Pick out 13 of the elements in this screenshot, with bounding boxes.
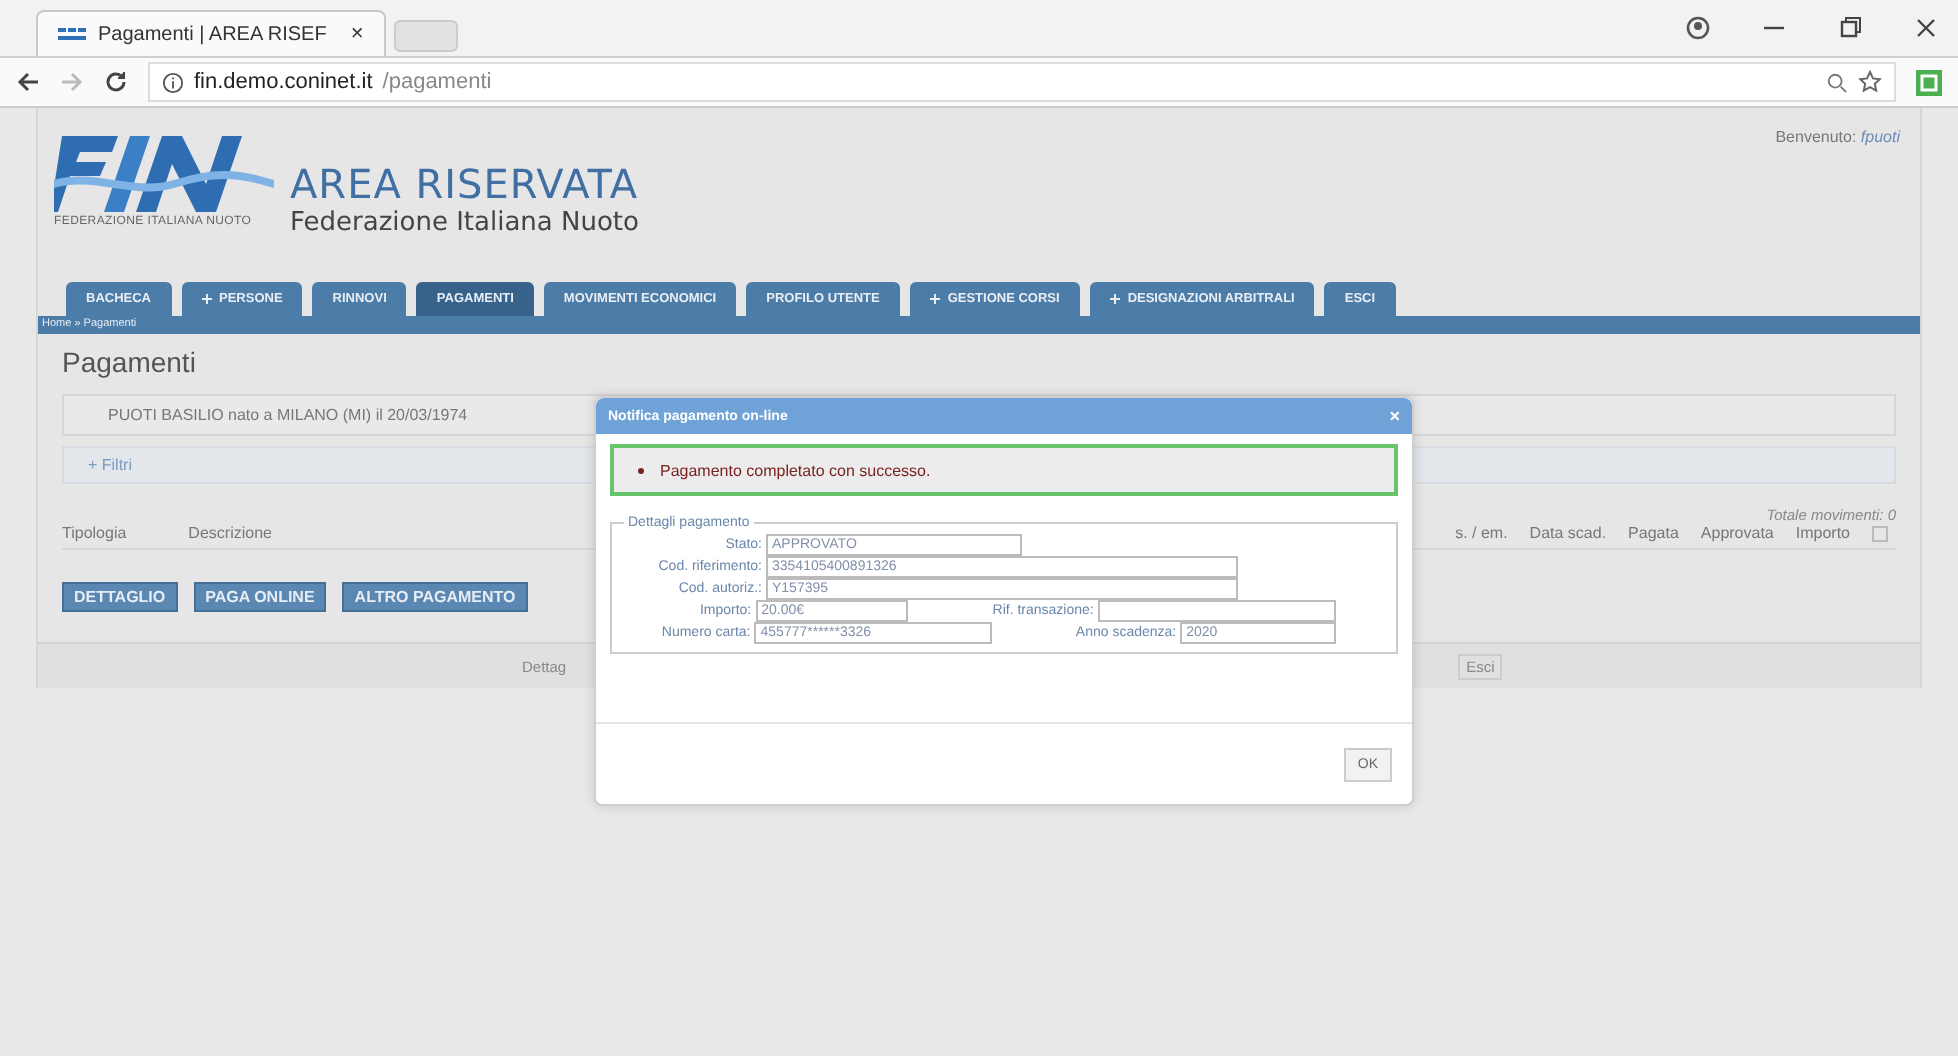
- site-title: AREA RISERVATA: [290, 160, 639, 208]
- column-header: s. / em.: [1455, 524, 1508, 542]
- column-header: Pagata: [1628, 524, 1679, 542]
- welcome-text: Benvenuto: fpuoti: [1775, 128, 1900, 146]
- column-header: Data scad.: [1529, 524, 1607, 542]
- tab-title: Pagamenti | AREA RISEF: [98, 23, 327, 45]
- site-subtitle: Federazione Italiana Nuoto: [290, 208, 639, 238]
- page-title: Pagamenti: [62, 346, 198, 378]
- column-header: Approvata: [1700, 524, 1774, 542]
- message-text: Pagamento completato con successo.: [660, 461, 931, 479]
- column-header: Tipologia: [62, 524, 127, 542]
- column-header: Importo: [1795, 524, 1850, 542]
- column-header: Descrizione: [188, 524, 272, 542]
